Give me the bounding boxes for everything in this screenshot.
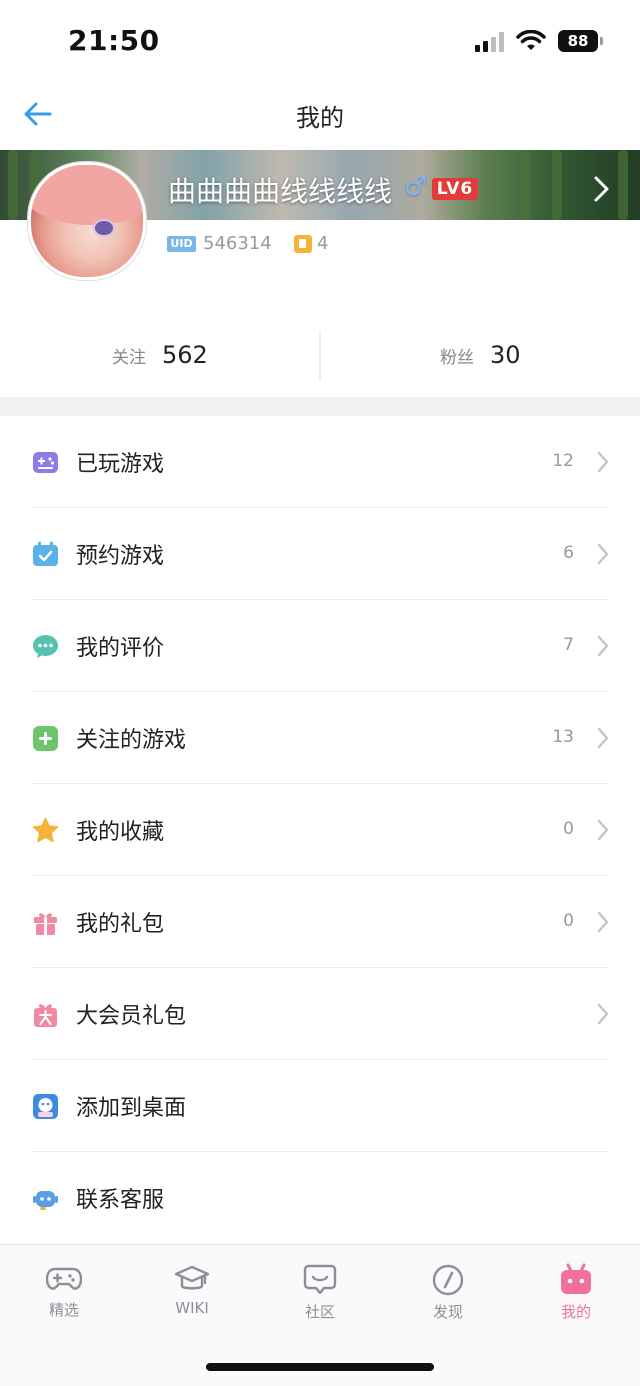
tab-label: 精选	[48, 1301, 79, 1319]
status-indicators: 88	[475, 30, 603, 52]
menu-item-add-to-desktop[interactable]: 添加到桌面	[0, 1060, 640, 1152]
fans-count: 30	[490, 341, 521, 369]
gamepad-icon	[33, 452, 58, 473]
menu-item-vip-gifts[interactable]: 大会员礼包	[0, 968, 640, 1060]
menu-item-count: 12	[552, 451, 574, 471]
robot-icon	[33, 1191, 58, 1210]
chevron-right-icon	[597, 911, 609, 933]
menu-item-count: 0	[563, 819, 574, 839]
star-icon	[32, 817, 59, 843]
menu-item-count: 7	[563, 635, 574, 655]
compass-icon	[432, 1264, 464, 1296]
gamepad-tab-icon	[46, 1267, 82, 1290]
chevron-right-icon	[597, 543, 609, 565]
calendar-check-icon	[33, 541, 58, 566]
wifi-icon	[516, 30, 546, 50]
chevron-right-icon	[597, 635, 609, 657]
chevron-right-icon	[597, 451, 609, 473]
home-indicator[interactable]	[206, 1363, 434, 1371]
profile-chevron-right-icon[interactable]	[590, 172, 614, 206]
menu-item-label: 添加到桌面	[76, 1096, 187, 1121]
menu-item-label: 我的评价	[76, 636, 165, 661]
menu-item-favorites[interactable]: 我的收藏 0	[0, 784, 640, 876]
chevron-right-icon	[597, 1003, 609, 1025]
graduation-cap-icon	[174, 1265, 210, 1290]
chevron-right-icon	[597, 727, 609, 749]
gift-icon	[34, 913, 57, 935]
menu-item-count: 6	[563, 543, 574, 563]
tab-mine[interactable]: 我的	[512, 1263, 640, 1323]
vip-gift-icon	[34, 1004, 57, 1027]
menu-item-label: 我的收藏	[76, 820, 165, 845]
stats-divider	[319, 330, 321, 380]
menu-item-count: 13	[552, 727, 574, 747]
tab-label: 发现	[432, 1303, 463, 1321]
uid-value: 546314	[203, 233, 272, 254]
tab-label: WIKI	[175, 1299, 209, 1317]
avatar[interactable]	[28, 162, 146, 280]
menu-item-label: 联系客服	[76, 1188, 165, 1213]
tab-community[interactable]: 社区	[256, 1263, 384, 1323]
uid-badge: UID	[167, 236, 196, 252]
follow-stats: 关注 562 粉丝 30	[0, 320, 640, 390]
fans-stat[interactable]: 粉丝 30	[440, 320, 521, 390]
nav-bar: 我的	[0, 80, 640, 150]
tab-featured[interactable]: 精选	[0, 1263, 128, 1323]
menu-item-my-reviews[interactable]: 我的评价 7	[0, 600, 640, 692]
battery-indicator: 88	[558, 30, 603, 52]
tab-label: 我的	[560, 1303, 591, 1321]
menu-item-played-games[interactable]: 已玩游戏 12	[0, 416, 640, 508]
thumbs-up-icon	[294, 235, 312, 253]
plus-square-icon	[33, 726, 58, 751]
status-bar: 21:50 88	[0, 0, 640, 80]
menu-item-count: 0	[563, 911, 574, 931]
chevron-right-icon	[597, 819, 609, 841]
tab-wiki[interactable]: WIKI	[128, 1263, 256, 1323]
following-label: 关注	[112, 347, 146, 368]
menu-item-followed-games[interactable]: 关注的游戏 13	[0, 692, 640, 784]
chat-bubble-icon	[33, 635, 58, 658]
fans-label: 粉丝	[440, 347, 474, 368]
menu-item-label: 预约游戏	[76, 544, 165, 569]
level-badge: LV6	[432, 178, 478, 200]
menu-item-label: 已玩游戏	[76, 452, 165, 477]
tv-face-icon	[561, 1263, 591, 1294]
menu-list: 已玩游戏 12 预约游戏 6 我的评价 7 关注的游戏 13 我的收藏 0 我的…	[0, 416, 640, 1244]
smile-chat-icon	[303, 1264, 337, 1295]
cellular-signal-icon	[475, 30, 504, 52]
tab-discover[interactable]: 发现	[384, 1263, 512, 1323]
menu-item-label: 关注的游戏	[76, 728, 187, 753]
menu-item-reserved-games[interactable]: 预约游戏 6	[0, 508, 640, 600]
like-count: 4	[317, 233, 329, 254]
status-time: 21:50	[68, 24, 160, 57]
tab-label: 社区	[304, 1303, 335, 1321]
section-divider	[0, 397, 640, 416]
menu-item-label: 我的礼包	[76, 912, 165, 937]
following-stat[interactable]: 关注 562	[112, 320, 208, 390]
app-shortcut-icon	[33, 1094, 58, 1119]
username: 曲曲曲曲线线线线	[168, 175, 393, 208]
menu-item-my-gifts[interactable]: 我的礼包 0	[0, 876, 640, 968]
following-count: 562	[162, 341, 208, 369]
menu-item-customer-service[interactable]: 联系客服	[0, 1152, 640, 1244]
menu-item-label: 大会员礼包	[76, 1004, 187, 1029]
page-title: 我的	[296, 104, 344, 132]
male-gender-icon: ♂	[404, 172, 428, 202]
